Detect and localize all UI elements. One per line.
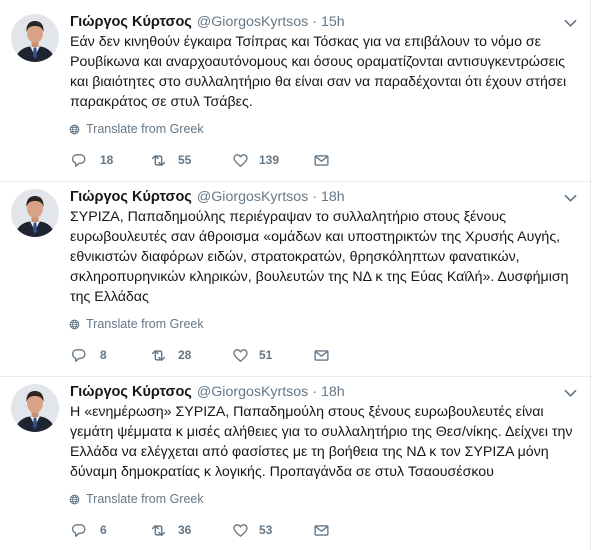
translate-link[interactable]: Translate from Greek	[69, 490, 582, 508]
retweet-button[interactable]: 28	[149, 345, 191, 365]
retweet-icon	[151, 154, 166, 166]
reply-icon	[71, 523, 86, 537]
retweet-icon	[151, 349, 166, 361]
tweet-text-line: γεμάτη ψέμματα κ μισές αλήθειες για το σ…	[70, 424, 573, 440]
envelope-icon	[314, 154, 329, 166]
tweet-header: Γιώργος Κύρτσος @GiorgosKyrtsos · 18h	[70, 187, 582, 207]
tweet-header: Γιώργος Κύρτσος @GiorgosKyrtsos · 18h	[70, 382, 582, 402]
globe-icon	[69, 494, 80, 504]
tweet-text-line: και βιαιότητες στο συλλαλητήριο θα είναι…	[70, 74, 567, 90]
chevron-down-icon	[564, 194, 576, 202]
author-name[interactable]: Γιώργος Κύρτσος	[70, 384, 192, 400]
tweet-menu-button[interactable]	[562, 17, 578, 29]
heart-icon	[233, 348, 248, 362]
timeline: Γιώργος Κύρτσος @GiorgosKyrtsos · 15h Εάν δ…	[0, 0, 592, 550]
retweet-count: 28	[178, 348, 192, 362]
author-name[interactable]: Γιώργος Κύρτσος	[70, 14, 192, 30]
direct-message-button[interactable]	[313, 345, 330, 365]
tweet-text-line: Ελλάδα να ελέγχεται από φασίστες με τη β…	[70, 444, 549, 460]
reply-count: 18	[100, 153, 114, 167]
direct-message-button[interactable]	[313, 150, 330, 170]
translate-label: Translate from Greek	[86, 317, 204, 331]
avatar-image	[11, 14, 59, 62]
tweet-menu-button[interactable]	[562, 192, 578, 204]
heart-icon	[233, 523, 248, 537]
reply-icon	[71, 348, 86, 362]
like-count: 53	[259, 523, 273, 537]
tweet-text-line: παρακράτος σε στυλ Τσάβες.	[70, 94, 253, 110]
author-handle[interactable]: @GiorgosKyrtsos	[197, 384, 308, 400]
retweet-button[interactable]: 36	[149, 520, 191, 540]
retweet-count: 55	[178, 153, 192, 167]
timestamp-separator: ·	[312, 189, 317, 205]
avatar[interactable]	[11, 14, 59, 62]
author-name[interactable]: Γιώργος Κύρτσος	[70, 189, 192, 205]
like-button[interactable]: 139	[232, 150, 279, 170]
translate-link[interactable]: Translate from Greek	[69, 120, 582, 138]
tweet-timestamp[interactable]: 15h	[321, 14, 345, 30]
tweet-actions: 8 28 51	[70, 345, 582, 365]
tweet-timestamp[interactable]: 18h	[321, 189, 345, 205]
tweet-text-line: δύναμη δημοκρατίας κ λογικής. Προπαγάνδα…	[70, 464, 494, 480]
author-handle[interactable]: @GiorgosKyrtsos	[197, 14, 308, 30]
avatar-image	[11, 384, 59, 432]
globe-icon	[69, 319, 80, 329]
tweet-menu-button[interactable]	[562, 387, 578, 399]
retweet-button[interactable]: 55	[149, 150, 191, 170]
timestamp-separator: ·	[312, 14, 317, 30]
tweet-text: Εάν δεν κινηθούν έγκαιρα Τσίπρας και Τόσ…	[70, 32, 582, 112]
tweet-actions: 18 55 139	[70, 150, 582, 170]
tweet-actions: 6 36 53	[70, 520, 582, 540]
translate-label: Translate from Greek	[86, 122, 204, 136]
tweet-text-line: της Ελλάδας	[70, 289, 149, 305]
reply-count: 6	[100, 523, 107, 537]
chevron-down-icon	[564, 389, 576, 397]
envelope-icon	[314, 349, 329, 361]
tweet-text-line: Η «ενημέρωση» ΣΥΡΙΖΑ, Παπαδημούλη στους …	[70, 404, 544, 420]
tweet-text: ΣΥΡΙΖΑ, Παπαδημούλης περιέγραψαν το συλλ…	[70, 207, 582, 307]
chevron-down-icon	[564, 19, 576, 27]
tweet-text-line: Ρουβίκωνα και αναρχοαυτόνομους και όσους…	[70, 54, 566, 70]
reply-icon	[71, 153, 86, 167]
avatar-image	[11, 189, 59, 237]
reply-button[interactable]: 6	[70, 520, 107, 540]
translate-label: Translate from Greek	[86, 492, 204, 506]
tweet[interactable]: Γιώργος Κύρτσος @GiorgosKyrtsos · 18h Η «εν…	[0, 377, 592, 550]
like-count: 51	[259, 348, 273, 362]
avatar[interactable]	[11, 189, 59, 237]
translate-link[interactable]: Translate from Greek	[69, 315, 582, 333]
direct-message-button[interactable]	[313, 520, 330, 540]
envelope-icon	[314, 524, 329, 536]
author-handle[interactable]: @GiorgosKyrtsos	[197, 189, 308, 205]
like-button[interactable]: 51	[232, 345, 272, 365]
tweet[interactable]: Γιώργος Κύρτσος @GiorgosKyrtsos · 15h Εάν δ…	[0, 7, 592, 182]
tweet-text-line: ΣΥΡΙΖΑ, Παπαδημούλης περιέγραψαν το συλλ…	[70, 209, 506, 225]
tweet-text-line: σκληροπυρηνικών κληρικών, βουλευτών της …	[70, 269, 569, 285]
like-button[interactable]: 53	[232, 520, 272, 540]
tweet-text-line: εθνικιστών διαφόρων ειδών, στρατοκρατών,…	[70, 249, 520, 265]
tweet-header: Γιώργος Κύρτσος @GiorgosKyrtsos · 15h	[70, 12, 582, 32]
retweet-icon	[151, 524, 166, 536]
tweet-text-line: Εάν δεν κινηθούν έγκαιρα Τσίπρας και Τόσ…	[70, 34, 542, 50]
tweet-text-line: ευρωβουλευτές σαν άθροισμα «ομάδων και υ…	[70, 229, 561, 245]
heart-icon	[233, 153, 248, 167]
tweet-text: Η «ενημέρωση» ΣΥΡΙΖΑ, Παπαδημούλη στους …	[70, 402, 582, 482]
tweet-timestamp[interactable]: 18h	[321, 384, 345, 400]
retweet-count: 36	[178, 523, 192, 537]
avatar[interactable]	[11, 384, 59, 432]
reply-button[interactable]: 18	[70, 150, 113, 170]
timestamp-separator: ·	[312, 384, 317, 400]
tweet[interactable]: Γιώργος Κύρτσος @GiorgosKyrtsos · 18h ΣΥΡΙΖ…	[0, 182, 592, 377]
reply-count: 8	[100, 348, 107, 362]
globe-icon	[69, 124, 80, 134]
like-count: 139	[259, 153, 280, 167]
reply-button[interactable]: 8	[70, 345, 107, 365]
